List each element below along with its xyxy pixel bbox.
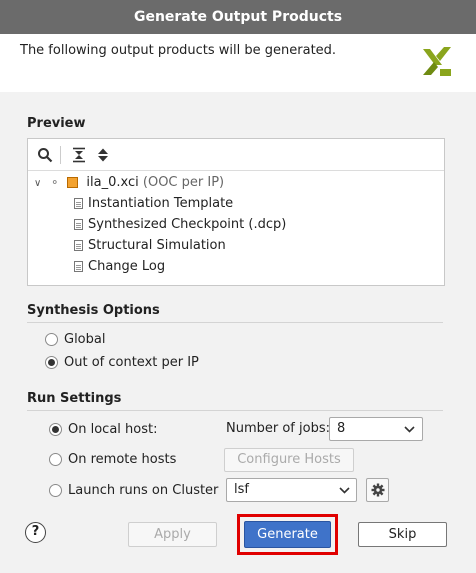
- cluster-radio[interactable]: [49, 484, 62, 497]
- configure-hosts-button[interactable]: Configure Hosts: [224, 448, 354, 472]
- tree-root-suffix: (OOC per IP): [142, 175, 225, 190]
- ooc-radio-label: Out of context per IP: [64, 355, 199, 370]
- chevron-down-icon[interactable]: ∨: [34, 173, 46, 194]
- apply-button[interactable]: Apply: [128, 522, 217, 547]
- local-host-option[interactable]: On local host:: [49, 421, 157, 438]
- tree-item[interactable]: Instantiation Template: [74, 193, 233, 214]
- generate-button[interactable]: Generate: [244, 521, 331, 548]
- file-icon: [74, 219, 83, 230]
- cluster-settings-button[interactable]: [366, 478, 389, 502]
- help-button[interactable]: ?: [25, 522, 46, 543]
- jobs-select[interactable]: 8: [329, 417, 423, 441]
- ip-status-icon: [67, 177, 79, 188]
- cluster-label: Launch runs on Cluster: [68, 483, 219, 498]
- tree-item-label: Structural Simulation: [88, 238, 226, 253]
- expand-all-icon[interactable]: [92, 144, 114, 166]
- file-icon: [74, 198, 83, 209]
- preview-label: Preview: [27, 116, 86, 131]
- section-divider: [27, 322, 443, 323]
- ip-core-icon: ⚬: [50, 176, 60, 189]
- remote-hosts-radio[interactable]: [49, 453, 62, 466]
- xilinx-logo-icon: [423, 47, 451, 76]
- run-settings-label: Run Settings: [27, 391, 122, 406]
- cluster-value: lsf: [234, 482, 249, 497]
- remote-hosts-option[interactable]: On remote hosts: [49, 451, 176, 468]
- collapse-all-icon[interactable]: [68, 144, 90, 166]
- cluster-select[interactable]: lsf: [226, 478, 357, 502]
- tree-item-label: Instantiation Template: [88, 196, 234, 211]
- dialog-title: Generate Output Products: [0, 0, 476, 35]
- local-host-radio[interactable]: [49, 423, 62, 436]
- banner-message: The following output products will be ge…: [20, 43, 337, 58]
- tree-root-ila-0[interactable]: ∨ ⚬ ila_0.xci (OOC per IP): [34, 172, 224, 193]
- synthesis-global-option[interactable]: Global: [45, 331, 105, 348]
- tree-item[interactable]: Change Log: [74, 256, 165, 277]
- local-host-label: On local host:: [68, 422, 158, 437]
- toolbar-divider: [60, 146, 61, 164]
- jobs-label: Number of jobs:: [226, 421, 330, 436]
- ooc-radio[interactable]: [45, 356, 58, 369]
- tree-item-label: Change Log: [88, 259, 166, 274]
- synthesis-options-label: Synthesis Options: [27, 303, 160, 318]
- preview-toolbar: [28, 139, 444, 171]
- tree-item[interactable]: Synthesized Checkpoint (.dcp): [74, 214, 286, 235]
- global-radio-label: Global: [64, 332, 106, 347]
- file-icon: [74, 240, 83, 251]
- jobs-value: 8: [337, 421, 346, 436]
- preview-panel: ∨ ⚬ ila_0.xci (OOC per IP) Instantiation…: [27, 138, 445, 286]
- tree-item-label: Synthesized Checkpoint (.dcp): [88, 217, 287, 232]
- section-divider: [27, 410, 443, 411]
- gear-icon: [371, 483, 384, 497]
- remote-hosts-label: On remote hosts: [68, 452, 177, 467]
- synthesis-ooc-option[interactable]: Out of context per IP: [45, 354, 199, 371]
- skip-button[interactable]: Skip: [358, 522, 447, 547]
- cluster-option[interactable]: Launch runs on Cluster: [49, 482, 218, 499]
- tree-root-name: ila_0.xci: [86, 175, 139, 190]
- search-icon[interactable]: [34, 144, 56, 166]
- tree-item[interactable]: Structural Simulation: [74, 235, 226, 256]
- file-icon: [74, 261, 83, 272]
- chevron-down-icon: [404, 426, 415, 433]
- global-radio[interactable]: [45, 333, 58, 346]
- dialog-banner: The following output products will be ge…: [0, 34, 476, 93]
- chevron-down-icon: [339, 487, 350, 494]
